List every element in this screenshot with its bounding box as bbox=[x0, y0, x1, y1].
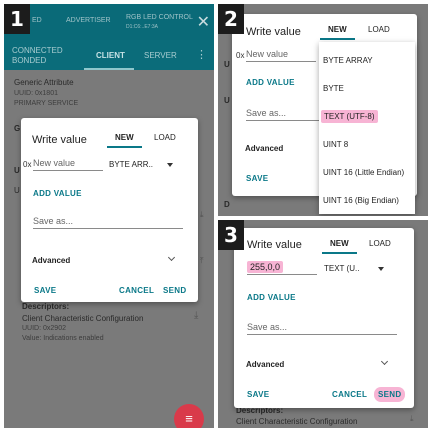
add-value-button[interactable]: ADD VALUE bbox=[33, 189, 82, 198]
descriptor-name: Client Characteristic Configuration bbox=[22, 314, 144, 323]
write-value-dialog: Write value NEW LOAD 255,0,0 TEXT (U.. A… bbox=[234, 228, 414, 408]
type-dropdown[interactable]: BYTE ARR.. bbox=[109, 160, 153, 169]
descriptor-uuid-label: UUID: bbox=[22, 325, 42, 332]
connection-bar: CONNECTED BONDED CLIENT SERVER ⋮ bbox=[4, 40, 214, 70]
upload-icon[interactable]: ⤒ bbox=[200, 256, 204, 266]
app-bar-fragment: ED bbox=[32, 17, 42, 24]
cancel-button[interactable]: CANCEL bbox=[119, 286, 154, 295]
type-dropdown-menu: BYTE ARRAY BYTE TEXT (UTF-8) UINT 8 UINT… bbox=[319, 42, 415, 214]
send-button[interactable]: SEND bbox=[374, 387, 406, 402]
close-icon[interactable]: ✕ bbox=[197, 12, 210, 32]
menu-item-text-utf8[interactable]: TEXT (UTF-8) bbox=[321, 110, 378, 123]
add-value-button[interactable]: ADD VALUE bbox=[246, 78, 295, 87]
tab-load[interactable]: LOAD bbox=[369, 239, 391, 248]
tab-advertiser[interactable]: ADVERTISER bbox=[66, 17, 111, 24]
download-icon[interactable]: ⤓ bbox=[410, 414, 414, 424]
descriptor-uuid: UUID: 0x2902 bbox=[22, 325, 66, 332]
service-name: Generic Attribute bbox=[14, 78, 74, 87]
menu-item-byte[interactable]: BYTE bbox=[323, 84, 344, 93]
save-as-input[interactable]: Save as... bbox=[247, 322, 397, 335]
menu-item-uint16-be[interactable]: UINT 16 (Big Endian) bbox=[323, 196, 399, 205]
bg-fragment: D bbox=[224, 200, 230, 209]
save-as-input[interactable]: Save as... bbox=[33, 216, 183, 229]
step-3-panel: 3 Descriptors: Client Characteristic Con… bbox=[218, 220, 428, 428]
cancel-button[interactable]: CANCEL bbox=[332, 390, 367, 399]
descriptor-name: Client Characteristic Configuration bbox=[236, 417, 358, 426]
descriptors-header: Descriptors: bbox=[22, 302, 70, 311]
value-input-text: 255,0,0 bbox=[247, 261, 284, 273]
step-badge: 2 bbox=[218, 4, 244, 34]
menu-item-uint16-le[interactable]: UINT 16 (Little Endian) bbox=[323, 168, 404, 177]
device-title: RGB LED CONTROL bbox=[126, 14, 193, 21]
service-type: PRIMARY SERVICE bbox=[14, 100, 79, 107]
value-input[interactable]: 255,0,0 bbox=[247, 261, 317, 275]
hex-prefix: 0x bbox=[236, 51, 245, 60]
bg-fragment: U bbox=[224, 96, 230, 105]
bg-fragment: U bbox=[14, 166, 20, 175]
save-as-input[interactable]: Save as... bbox=[246, 108, 326, 121]
bg-fragment: U bbox=[14, 186, 20, 195]
status-connected: CONNECTED bbox=[12, 46, 63, 55]
step-badge: 3 bbox=[218, 220, 244, 250]
status-bonded: BONDED bbox=[12, 56, 47, 65]
tab-client[interactable]: CLIENT bbox=[96, 51, 125, 60]
dialog-title: Write value bbox=[32, 134, 87, 146]
service-uuid-label: UUID: bbox=[14, 90, 34, 97]
step-badge: 1 bbox=[4, 4, 30, 34]
dropdown-arrow-icon[interactable] bbox=[378, 267, 384, 271]
tab-new[interactable]: NEW bbox=[107, 133, 142, 148]
menu-item-byte-array[interactable]: BYTE ARRAY bbox=[323, 56, 373, 65]
tab-indicator bbox=[84, 68, 134, 70]
step-2-panel: 2 U U D Write value NEW LOAD 0x New valu… bbox=[218, 4, 428, 216]
list-icon[interactable]: ≡ bbox=[174, 404, 204, 428]
bg-fragment: G bbox=[14, 124, 21, 133]
app-bar: ED ADVERTISER RGB LED CONTROL D1:C6:..E7… bbox=[4, 4, 214, 40]
chevron-down-icon[interactable] bbox=[380, 357, 389, 366]
dropdown-arrow-icon[interactable] bbox=[167, 163, 173, 167]
add-value-button[interactable]: ADD VALUE bbox=[247, 293, 296, 302]
advanced-toggle[interactable]: Advanced bbox=[32, 256, 70, 265]
value-input[interactable]: New value bbox=[33, 158, 103, 171]
service-uuid-value: 0x1801 bbox=[35, 90, 58, 97]
device-address: D1:C6:..E7:3A bbox=[126, 24, 158, 30]
save-button[interactable]: SAVE bbox=[246, 174, 268, 183]
tab-server[interactable]: SERVER bbox=[144, 51, 177, 60]
tab-load[interactable]: LOAD bbox=[368, 25, 390, 34]
tab-new[interactable]: NEW bbox=[322, 239, 357, 254]
menu-item-uint8[interactable]: UINT 8 bbox=[323, 140, 348, 149]
save-button[interactable]: SAVE bbox=[34, 286, 56, 295]
more-options-icon[interactable]: ⋮ bbox=[196, 48, 207, 61]
step-1-panel: 1 ED ADVERTISER RGB LED CONTROL D1:C6:..… bbox=[4, 4, 214, 428]
advanced-toggle[interactable]: Advanced bbox=[245, 144, 283, 153]
chevron-down-icon[interactable] bbox=[167, 253, 176, 262]
write-value-dialog: Write value NEW LOAD 0x New value BYTE A… bbox=[21, 118, 198, 302]
service-uuid: UUID: 0x1801 bbox=[14, 90, 58, 97]
save-button[interactable]: SAVE bbox=[247, 390, 269, 399]
dialog-title: Write value bbox=[247, 239, 302, 251]
type-dropdown[interactable]: TEXT (U.. bbox=[324, 264, 359, 273]
descriptor-uuid-value: 0x2902 bbox=[43, 325, 66, 332]
value-input[interactable]: New value bbox=[246, 49, 316, 62]
advanced-toggle[interactable]: Advanced bbox=[246, 360, 284, 369]
hex-prefix: 0x bbox=[23, 160, 32, 169]
download-icon[interactable]: ⤓ bbox=[200, 210, 204, 220]
tab-load[interactable]: LOAD bbox=[154, 133, 176, 142]
bg-fragment: U bbox=[224, 60, 230, 69]
send-button[interactable]: SEND bbox=[163, 286, 186, 295]
descriptor-value: Value: Indications enabled bbox=[22, 335, 104, 342]
download-icon[interactable]: ⤓ bbox=[194, 310, 198, 321]
dialog-title: Write value bbox=[246, 26, 301, 38]
tab-new[interactable]: NEW bbox=[320, 25, 355, 40]
